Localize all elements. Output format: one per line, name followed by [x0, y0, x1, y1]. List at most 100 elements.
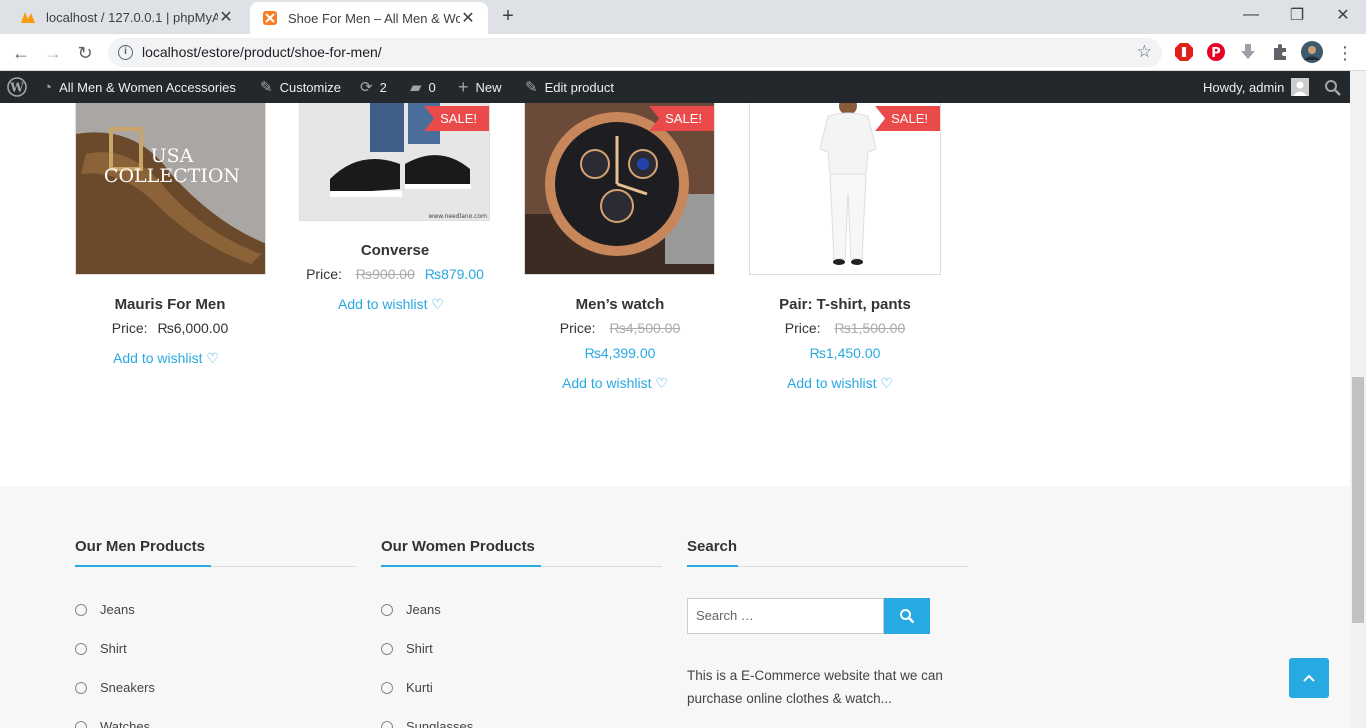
add-to-wishlist-link[interactable]: Add to wishlist ♡: [70, 350, 262, 367]
title-underline: [381, 565, 541, 567]
back-icon[interactable]: ←: [8, 40, 34, 66]
footer-link[interactable]: Kurti: [381, 680, 433, 695]
circle-icon: [381, 681, 393, 694]
footer-link[interactable]: Shirt: [381, 641, 433, 656]
product-price: Price: ₨900.00 ₨879.00: [299, 266, 491, 282]
footer-link[interactable]: Jeans: [75, 602, 135, 617]
admin-edit-product[interactable]: ✎ Edit product: [525, 71, 614, 103]
circle-icon: [381, 603, 393, 616]
widget-title: Our Women Products: [381, 538, 535, 555]
search-input[interactable]: Search …: [687, 598, 884, 634]
product-image[interactable]: www.needlano.com SALE!: [299, 103, 490, 221]
product-name[interactable]: Pair: T-shirt, pants: [749, 296, 941, 313]
price-value: ₨6,000.00: [157, 320, 229, 336]
price-label: Price:: [559, 320, 596, 336]
reload-icon[interactable]: ↻: [72, 40, 98, 66]
admin-customize[interactable]: ✎ Customize: [260, 71, 341, 103]
restore-icon[interactable]: ❐: [1274, 0, 1320, 30]
minimize-icon[interactable]: —: [1228, 0, 1274, 30]
extensions-puzzle-icon[interactable]: [1270, 42, 1290, 62]
admin-avatar: [1291, 78, 1310, 96]
footer-description: This is a E-Commerce website that we can…: [687, 668, 943, 706]
scrollbar-thumb[interactable]: [1352, 377, 1364, 623]
new-price: ₨879.00: [424, 266, 484, 282]
product-price: Price: ₨4,500.00: [524, 320, 716, 336]
menu-kebab-icon[interactable]: ⋮: [1332, 40, 1358, 66]
heart-icon: ♡: [655, 375, 668, 391]
heart-icon: ♡: [431, 296, 444, 312]
circle-icon: [75, 681, 87, 694]
link-label: Watches: [100, 719, 151, 728]
updates-icon: ⟳: [360, 79, 373, 96]
product-image[interactable]: SALE!: [749, 103, 941, 275]
admin-account[interactable]: Howdy, admin: [1203, 71, 1310, 103]
pinterest-icon[interactable]: P: [1206, 42, 1226, 62]
title-underline: [687, 565, 738, 567]
address-bar[interactable]: i localhost/estore/product/shoe-for-men/…: [108, 38, 1162, 67]
tab-estore[interactable]: Shoe For Men – All Men & Women Accessori…: [250, 2, 488, 34]
svg-text:P: P: [1211, 46, 1221, 61]
profile-avatar[interactable]: [1301, 41, 1323, 63]
new-price: ₨4,399.00: [584, 345, 656, 361]
add-to-wishlist-link[interactable]: Add to wishlist ♡: [519, 375, 711, 392]
circle-icon: [75, 720, 87, 728]
back-to-top-button[interactable]: [1289, 658, 1329, 698]
site-name-label: All Men & Women Accessories: [59, 79, 236, 95]
admin-comments[interactable]: ▰ 0: [410, 71, 436, 103]
window-close-icon[interactable]: ✕: [1320, 0, 1366, 30]
admin-updates[interactable]: ⟳ 2: [360, 71, 387, 103]
phpmyadmin-icon: [20, 9, 36, 25]
close-icon[interactable]: ✕: [218, 7, 234, 27]
product-name[interactable]: Converse: [299, 242, 491, 259]
pencil-icon: ✎: [525, 79, 538, 96]
add-to-wishlist-link[interactable]: Add to wishlist ♡: [295, 296, 487, 313]
usa-collection-line2: COLLECTION: [104, 165, 240, 187]
product-name[interactable]: Men’s watch: [524, 296, 716, 313]
admin-new[interactable]: + New: [458, 71, 502, 103]
search-button[interactable]: [884, 598, 930, 634]
wishlist-label: Add to wishlist: [787, 375, 877, 391]
url-text[interactable]: localhost/estore/product/shoe-for-men/: [142, 44, 382, 60]
admin-site-name[interactable]: ◔ All Men & Women Accessories: [43, 71, 236, 103]
footer-link[interactable]: Sunglasses: [381, 719, 473, 728]
info-icon[interactable]: i: [118, 45, 133, 60]
customize-label: Customize: [279, 79, 341, 95]
widget-title: Search: [687, 538, 738, 555]
price-label: Price:: [306, 266, 342, 282]
download-icon[interactable]: [1238, 42, 1258, 62]
forward-icon[interactable]: →: [40, 40, 66, 66]
admin-search-icon[interactable]: [1324, 71, 1341, 103]
svg-text:W: W: [9, 81, 24, 95]
old-price: ₨900.00: [355, 266, 415, 282]
edit-product-label: Edit product: [544, 79, 614, 95]
tab-phpmyadmin[interactable]: localhost / 127.0.0.1 | phpMyAdmin ✕: [8, 0, 246, 34]
bookmark-star-icon[interactable]: ☆: [1137, 42, 1152, 62]
link-label: Sunglasses: [406, 719, 474, 728]
footer-link[interactable]: Shirt: [75, 641, 127, 656]
link-label: Jeans: [406, 602, 441, 617]
adblock-icon[interactable]: [1174, 42, 1194, 62]
updates-count: 2: [379, 79, 387, 95]
product-name[interactable]: Mauris For Men: [74, 296, 266, 313]
title-underline: [75, 565, 211, 567]
product-image[interactable]: USA COLLECTION: [75, 103, 266, 275]
close-icon[interactable]: ✕: [460, 8, 476, 28]
footer-link[interactable]: Sneakers: [75, 680, 155, 695]
old-price: ₨4,500.00: [609, 320, 681, 336]
circle-icon: [75, 603, 87, 616]
wordpress-logo-icon[interactable]: W: [7, 71, 27, 103]
chevron-up-icon: [1303, 674, 1315, 682]
footer-link[interactable]: Watches: [75, 719, 150, 728]
search-icon: [900, 609, 915, 624]
wishlist-label: Add to wishlist: [338, 296, 428, 312]
comment-icon: ▰: [410, 79, 422, 96]
footer-link[interactable]: Jeans: [381, 602, 441, 617]
tab-title: Shoe For Men – All Men & Women Accessori…: [288, 10, 460, 26]
add-to-wishlist-link[interactable]: Add to wishlist ♡: [744, 375, 936, 392]
page-scrollbar[interactable]: [1350, 71, 1366, 728]
tab-title: localhost / 127.0.0.1 | phpMyAdmin: [46, 9, 218, 25]
product-image[interactable]: SALE!: [524, 103, 715, 275]
new-price: ₨1,450.00: [809, 345, 881, 361]
new-tab-button[interactable]: +: [496, 5, 520, 29]
circle-icon: [381, 642, 393, 655]
